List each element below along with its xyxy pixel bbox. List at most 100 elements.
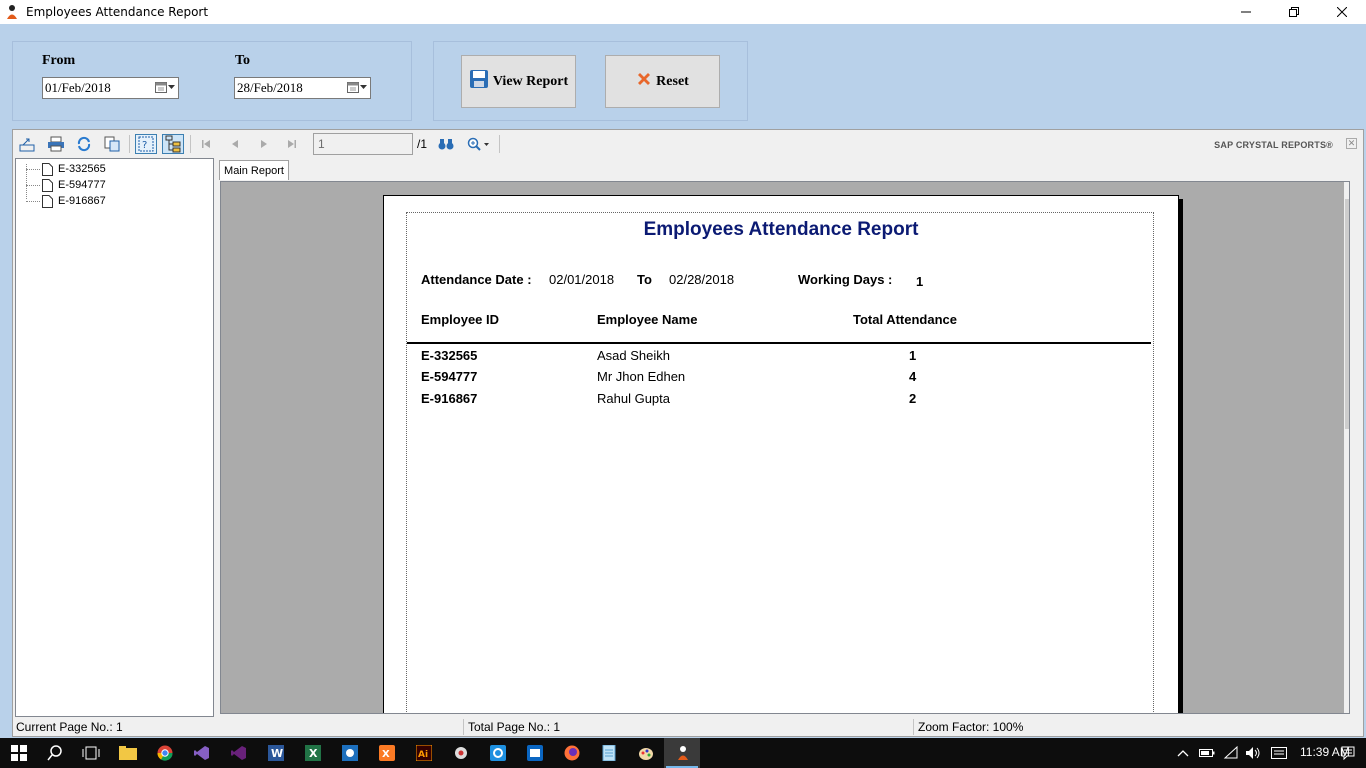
svg-text:X: X bbox=[382, 749, 390, 760]
task-view-icon[interactable] bbox=[76, 741, 106, 765]
group-tree-toggle-icon[interactable] bbox=[162, 134, 184, 154]
zoom-dropdown-icon[interactable] bbox=[463, 134, 495, 154]
snipping-tool-icon[interactable] bbox=[483, 741, 513, 765]
app-tool-icon[interactable] bbox=[446, 741, 476, 765]
scroll-down-icon[interactable]: ▼ bbox=[1344, 696, 1349, 713]
scroll-thumb[interactable] bbox=[1345, 199, 1349, 429]
report-canvas: Employees Attendance Report Attendance D… bbox=[220, 181, 1350, 714]
status-bar: Current Page No.: 1 Total Page No.: 1 Zo… bbox=[12, 717, 1364, 737]
reset-label: Reset bbox=[656, 73, 689, 89]
report-title: Employees Attendance Report bbox=[643, 219, 919, 240]
first-page-icon[interactable] bbox=[195, 134, 217, 154]
notepad-icon[interactable] bbox=[594, 741, 624, 765]
viewer-toolbar: ? 1 /1 SAP CRYSTAL REPORTS® ✕ bbox=[13, 130, 1363, 158]
zoom-factor-status: Zoom Factor: 100% bbox=[918, 720, 1024, 734]
vertical-scrollbar[interactable]: ▲ ▼ bbox=[1344, 182, 1349, 713]
page-total-label: /1 bbox=[417, 137, 428, 151]
tree-item[interactable]: E-916867 bbox=[26, 193, 106, 209]
team-viewer-icon[interactable] bbox=[335, 741, 365, 765]
column-header-total-attendance: Total Attendance bbox=[853, 312, 958, 327]
date-to-label: To bbox=[637, 272, 652, 287]
report-viewer: ? 1 /1 SAP CRYSTAL REPORTS® ✕ E-332565 E… bbox=[12, 129, 1364, 737]
from-date-picker[interactable]: 01/Feb/2018 bbox=[42, 77, 179, 99]
column-header-employee-id: Employee ID bbox=[421, 312, 500, 327]
binoculars-search-icon[interactable] bbox=[435, 134, 457, 154]
close-button[interactable] bbox=[1318, 0, 1366, 24]
previous-page-icon[interactable] bbox=[224, 134, 246, 154]
view-report-button[interactable]: View Report bbox=[461, 55, 576, 108]
row-employee-id: E-594777 bbox=[421, 369, 478, 384]
working-days-label: Working Days : bbox=[798, 272, 893, 287]
word-icon[interactable]: W bbox=[261, 741, 291, 765]
wifi-icon[interactable] bbox=[1223, 745, 1239, 761]
last-page-icon[interactable] bbox=[281, 134, 303, 154]
battery-icon[interactable] bbox=[1199, 745, 1215, 761]
svg-text:Ai: Ai bbox=[418, 750, 428, 760]
keyboard-icon[interactable] bbox=[1271, 745, 1287, 761]
app-icon bbox=[4, 4, 20, 20]
close-icon[interactable]: ✕ bbox=[1346, 138, 1357, 149]
print-icon[interactable] bbox=[45, 134, 67, 154]
document-icon bbox=[42, 178, 53, 192]
excel-icon[interactable]: X bbox=[298, 741, 328, 765]
help-icon[interactable]: ? bbox=[135, 134, 157, 154]
restore-button[interactable] bbox=[1270, 0, 1318, 24]
reset-x-icon bbox=[636, 71, 652, 92]
to-date-value: 28/Feb/2018 bbox=[237, 80, 303, 95]
notifications-icon[interactable] bbox=[1340, 745, 1356, 761]
title-bar: Employees Attendance Report bbox=[0, 0, 1366, 24]
header-divider bbox=[407, 342, 1151, 344]
report-page: Employees Attendance Report Attendance D… bbox=[383, 195, 1179, 713]
tree-item[interactable]: E-332565 bbox=[26, 161, 106, 177]
row-employee-name: Mr Jhon Edhen bbox=[597, 369, 686, 384]
screen-capture-icon[interactable] bbox=[520, 741, 550, 765]
export-icon[interactable] bbox=[17, 134, 39, 154]
crystal-reports-brand: SAP CRYSTAL REPORTS® bbox=[1214, 140, 1333, 150]
visual-studio-2-icon[interactable] bbox=[224, 741, 254, 765]
row-employee-name: Rahul Gupta bbox=[597, 391, 670, 406]
tree-item[interactable]: E-594777 bbox=[26, 177, 106, 193]
view-report-label: View Report bbox=[492, 73, 569, 89]
next-page-icon[interactable] bbox=[253, 134, 275, 154]
working-days-value: 1 bbox=[916, 274, 924, 289]
search-icon[interactable] bbox=[40, 741, 70, 765]
page-number-input[interactable]: 1 bbox=[313, 133, 413, 155]
document-icon bbox=[42, 162, 53, 176]
windows-start-icon[interactable] bbox=[4, 741, 34, 765]
window-title: Employees Attendance Report bbox=[26, 5, 209, 19]
total-page-status: Total Page No.: 1 bbox=[468, 720, 561, 734]
svg-text:X: X bbox=[309, 747, 318, 760]
firefox-icon[interactable] bbox=[557, 741, 587, 765]
calendar-dropdown-icon[interactable] bbox=[347, 81, 367, 93]
windows-taskbar: W X X Ai 11:39 AM bbox=[0, 738, 1366, 768]
row-total-attendance: 1 bbox=[909, 348, 917, 363]
show-hidden-icons-icon[interactable] bbox=[1175, 745, 1191, 761]
copy-icon[interactable] bbox=[101, 134, 123, 154]
group-tree-panel: E-332565 E-594777 E-916867 bbox=[15, 158, 214, 717]
attendance-date-label: Attendance Date : bbox=[421, 272, 532, 287]
to-date-picker[interactable]: 28/Feb/2018 bbox=[234, 77, 371, 99]
illustrator-icon[interactable]: Ai bbox=[409, 741, 439, 765]
xampp-icon[interactable]: X bbox=[372, 741, 402, 765]
svg-text:W: W bbox=[271, 747, 283, 760]
visual-studio-icon[interactable] bbox=[187, 741, 217, 765]
file-explorer-icon[interactable] bbox=[113, 741, 143, 765]
from-date-value: 01/Feb/2018 bbox=[45, 80, 111, 95]
row-employee-id: E-332565 bbox=[421, 348, 478, 363]
scroll-up-icon[interactable]: ▲ bbox=[1344, 182, 1349, 199]
document-icon bbox=[42, 194, 53, 208]
chrome-icon[interactable] bbox=[150, 741, 180, 765]
row-total-attendance: 4 bbox=[909, 369, 917, 384]
date-filter-group: From 01/Feb/2018 To 28/Feb/2018 bbox=[12, 41, 412, 121]
paint-icon[interactable] bbox=[631, 741, 661, 765]
from-label: From bbox=[42, 53, 76, 68]
minimize-button[interactable] bbox=[1222, 0, 1270, 24]
column-header-employee-name: Employee Name bbox=[597, 312, 698, 327]
reset-button[interactable]: Reset bbox=[605, 55, 720, 108]
tab-main-report[interactable]: Main Report bbox=[219, 160, 289, 180]
refresh-icon[interactable] bbox=[73, 134, 95, 154]
volume-icon[interactable] bbox=[1245, 745, 1261, 761]
attendance-app-icon[interactable] bbox=[668, 741, 698, 765]
calendar-dropdown-icon[interactable] bbox=[155, 81, 175, 93]
row-total-attendance: 2 bbox=[909, 391, 917, 406]
